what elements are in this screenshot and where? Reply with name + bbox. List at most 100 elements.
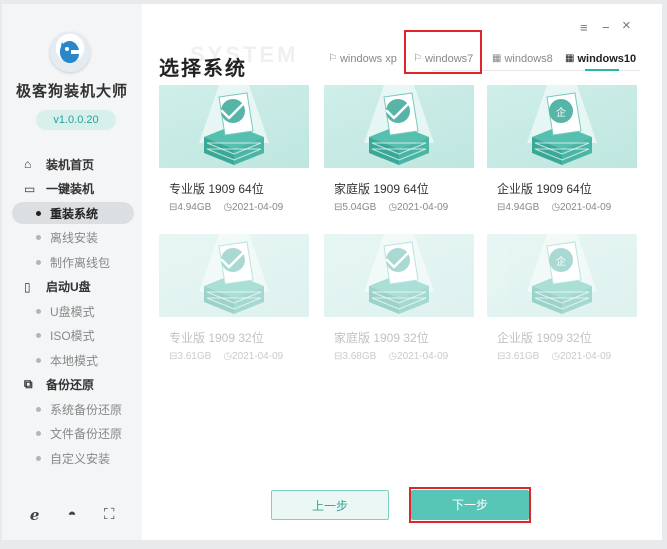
system-date: 2021-04-09: [232, 351, 284, 362]
system-thumbnail: 企: [487, 234, 637, 317]
version-badge: v1.0.0.20: [36, 110, 116, 130]
home-icon: ⌂: [24, 157, 32, 172]
system-name: 专业版 1909 64位: [169, 182, 264, 196]
bullet-dot: [36, 235, 41, 241]
system-date: 2021-04-09: [560, 202, 612, 213]
sidebar-item-usb-mode[interactable]: U盘模式: [2, 299, 142, 324]
sidebar-item-reinstall-system[interactable]: 重装系统: [2, 201, 142, 226]
system-date: 2021-04-09: [397, 202, 449, 213]
sidebar-item-label: 启动U盘: [46, 280, 91, 295]
sidebar-item-label: 系统备份还原: [50, 402, 123, 417]
sidebar-item-local-mode[interactable]: 本地模式: [2, 348, 142, 373]
sidebar-item-file-backup[interactable]: 文件备份还原: [2, 422, 142, 447]
tab-windows8[interactable]: ▦ windows8: [492, 48, 553, 70]
system-name: 家庭版 1909 64位: [334, 182, 429, 196]
system-meta: ⊟ 3.68GB ◷ 2021-04-09: [334, 351, 448, 362]
sidebar-item-label: 重装系统: [50, 206, 99, 221]
svg-text:企: 企: [556, 106, 566, 119]
system-name: 企业版 1909 64位: [497, 182, 592, 196]
system-meta: ⊟ 4.94GB ◷ 2021-04-09: [169, 202, 283, 213]
sidebar-item-backup-restore[interactable]: ⧉ 备份还原: [2, 373, 142, 398]
sidebar-item-label: 备份还原: [46, 378, 95, 393]
tab-windows10[interactable]: ▦ windows10: [565, 48, 636, 70]
monitor-icon: ▭: [24, 181, 36, 196]
bullet-dot: [36, 357, 41, 363]
system-card[interactable]: 家庭版 1909 64位 ⊟ 5.04GB ◷ 2021-04-09: [324, 85, 474, 225]
bullet-dot: [36, 259, 41, 265]
windows-old-icon: ⚐: [328, 53, 337, 64]
system-date: 2021-04-09: [232, 202, 284, 213]
system-size: 3.61GB: [505, 351, 540, 362]
tab-label: windows xp: [339, 53, 397, 65]
ballot-box-icon: [364, 85, 434, 165]
tab-windows-xp[interactable]: ⚐ windows xp: [328, 48, 397, 70]
system-meta: ⊟ 4.94GB ◷ 2021-04-09: [497, 202, 611, 213]
highlight-box-windows7: [404, 30, 482, 74]
sidebar-item-boot-usb[interactable]: ▯ 启动U盘: [2, 275, 142, 300]
bullet-dot: [36, 333, 41, 339]
sidebar-item-offline-install[interactable]: 离线安装: [2, 226, 142, 251]
bullet-dot: [36, 210, 41, 216]
clock-icon: ◷: [223, 202, 233, 213]
system-size: 5.04GB: [342, 202, 377, 213]
prev-step-button[interactable]: 上一步: [271, 490, 389, 520]
backup-icon: ⧉: [24, 377, 33, 392]
sidebar-item-system-backup[interactable]: 系统备份还原: [2, 397, 142, 422]
active-tab-indicator: [585, 69, 619, 71]
sidebar-item-label: 本地模式: [50, 353, 99, 368]
ie-icon[interactable]: e: [23, 506, 47, 524]
system-name: 专业版 1909 32位: [169, 331, 264, 345]
menu-icon[interactable]: ≡: [580, 20, 588, 35]
system-thumbnail: [159, 234, 309, 317]
system-name: 企业版 1909 32位: [497, 331, 592, 345]
system-card[interactable]: 企企业版 1909 32位 ⊟ 3.61GB ◷ 2021-04-09: [487, 234, 637, 374]
windows-new-icon: ▦: [565, 53, 575, 64]
system-thumbnail: [159, 85, 309, 168]
system-card[interactable]: 专业版 1909 32位 ⊟ 3.61GB ◷ 2021-04-09: [159, 234, 309, 374]
ballot-box-icon: [199, 234, 269, 314]
sidebar-bottom-toolbar: e ◓ ⛶: [2, 506, 142, 524]
sidebar-item-label: ISO模式: [50, 329, 95, 344]
disk-icon: ⊟: [169, 202, 178, 213]
system-date: 2021-04-09: [560, 351, 612, 362]
system-meta: ⊟ 3.61GB ◷ 2021-04-09: [169, 351, 283, 362]
disk-icon: ⊟: [334, 202, 343, 213]
bullet-dot: [36, 308, 41, 314]
minimize-icon[interactable]: −: [602, 20, 610, 35]
system-card[interactable]: 企企业版 1909 64位 ⊟ 4.94GB ◷ 2021-04-09: [487, 85, 637, 225]
disk-icon: ⊟: [497, 202, 506, 213]
sidebar-item-home[interactable]: ⌂ 装机首页: [2, 152, 142, 177]
usb-icon: ▯: [24, 279, 31, 294]
dog-logo-icon: [60, 41, 79, 63]
sidebar-item-one-click-install[interactable]: ▭ 一键装机: [2, 177, 142, 202]
sidebar-item-iso-mode[interactable]: ISO模式: [2, 324, 142, 349]
sidebar: 极客狗装机大师 v1.0.0.20 ⌂ 装机首页 ▭ 一键装机 重装系统 离线安…: [2, 4, 142, 540]
tools-icon[interactable]: ⛶: [97, 506, 121, 524]
network-icon[interactable]: ◓: [60, 506, 84, 524]
system-size: 4.94GB: [177, 202, 212, 213]
clock-icon: ◷: [223, 351, 233, 362]
system-name: 家庭版 1909 32位: [334, 331, 429, 345]
close-icon[interactable]: ×: [622, 17, 631, 34]
system-card[interactable]: 家庭版 1909 32位 ⊟ 3.68GB ◷ 2021-04-09: [324, 234, 474, 374]
sidebar-item-custom-install[interactable]: 自定义安装: [2, 446, 142, 471]
sidebar-item-label: 装机首页: [46, 157, 95, 172]
sidebar-item-make-offline-package[interactable]: 制作离线包: [2, 250, 142, 275]
system-date: 2021-04-09: [397, 351, 449, 362]
disk-icon: ⊟: [334, 351, 343, 362]
system-meta: ⊟ 3.61GB ◷ 2021-04-09: [497, 351, 611, 362]
clock-icon: ◷: [551, 202, 561, 213]
ballot-box-icon: 企: [527, 85, 597, 165]
highlight-box-next: [409, 487, 531, 523]
sidebar-item-label: 自定义安装: [50, 451, 111, 466]
windows-new-icon: ▦: [492, 53, 502, 64]
system-size: 4.94GB: [505, 202, 540, 213]
sidebar-item-label: 离线安装: [50, 231, 99, 246]
ballot-box-icon: 企: [527, 234, 597, 314]
bullet-dot: [36, 431, 41, 437]
system-size: 3.68GB: [342, 351, 377, 362]
app-window: 极客狗装机大师 v1.0.0.20 ⌂ 装机首页 ▭ 一键装机 重装系统 离线安…: [2, 4, 662, 540]
ballot-box-icon: [364, 234, 434, 314]
system-card[interactable]: 专业版 1909 64位 ⊟ 4.94GB ◷ 2021-04-09: [159, 85, 309, 225]
system-size: 3.61GB: [177, 351, 212, 362]
